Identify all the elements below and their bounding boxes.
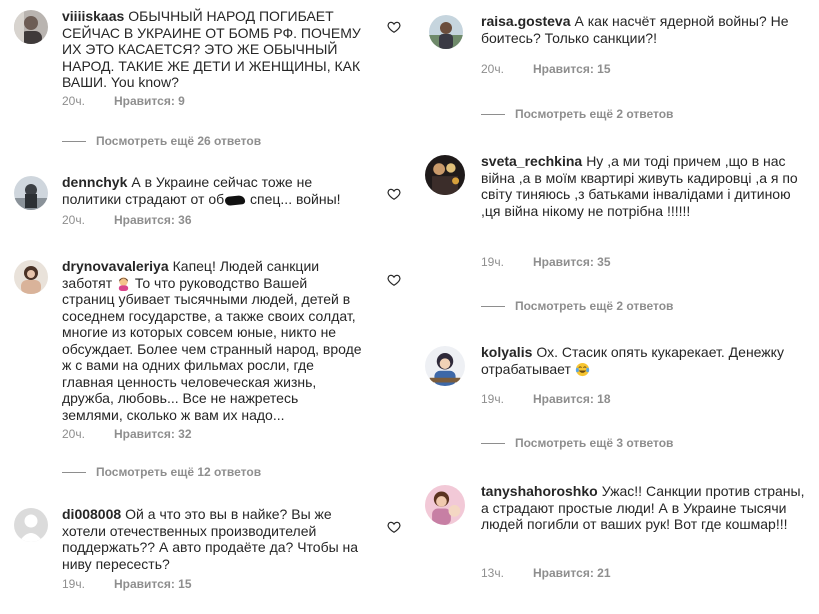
comment-meta: 20ч. Нравится: 15: [481, 62, 611, 76]
comment-time: 20ч.: [62, 94, 85, 108]
comment-text: kolyalis Ох. Стасик опять кукарекает. Ден…: [481, 344, 811, 377]
comment-likes[interactable]: Нравится: 15: [533, 62, 611, 76]
comment-likes[interactable]: Нравится: 18: [533, 392, 611, 406]
comment-time: 13ч.: [481, 566, 504, 580]
view-more-replies-button[interactable]: Посмотреть ещё 3 ответов: [481, 436, 673, 450]
replies-divider: [481, 305, 505, 307]
comment-text: di008008 Ой а что это вы в найке? Вы же х…: [62, 506, 362, 572]
comment-meta: 20ч. Нравится: 9: [62, 94, 185, 108]
comment-meta: 20ч. Нравится: 32: [62, 427, 192, 441]
avatar[interactable]: [425, 485, 465, 525]
view-more-replies-button[interactable]: Посмотреть ещё 2 ответов: [481, 299, 673, 313]
face-with-tears-of-joy-icon: [575, 362, 589, 376]
heart-outline-icon[interactable]: [387, 187, 401, 201]
comment-body-continued: То что руководство Вашей страниц убивает…: [62, 274, 362, 423]
view-more-replies-label: Посмотреть ещё 2 ответов: [515, 107, 674, 121]
replies-divider: [481, 113, 505, 115]
comment-username[interactable]: dennchyk: [62, 174, 127, 190]
comment-time: 20ч.: [62, 427, 85, 441]
comment-likes[interactable]: Нравится: 35: [533, 255, 611, 269]
avatar[interactable]: [425, 155, 465, 195]
comment-text: viiiiskaas ОБЫЧНЫЙ НАРОД ПОГИБАЕТ СЕЙЧАС …: [62, 8, 362, 91]
comment-text: tanyshahoroshko Ужас!! Санкции против стр…: [481, 483, 811, 533]
comment-text: raisa.gosteva А как насчёт ядерной войны?…: [481, 13, 811, 46]
avatar[interactable]: [14, 10, 48, 44]
view-more-replies-button[interactable]: Посмотреть ещё 12 ответов: [62, 465, 261, 479]
view-more-replies-button[interactable]: Посмотреть ещё 26 ответов: [62, 134, 261, 148]
comment-text: sveta_rechkina Ну ,а ми тоді причем ,що в…: [481, 153, 811, 219]
comment-username[interactable]: di008008: [62, 506, 121, 522]
comment-username[interactable]: viiiiskaas: [62, 8, 124, 24]
avatar[interactable]: [429, 15, 463, 49]
comment-text: dennchyk А в Украине сейчас тоже не полит…: [62, 174, 362, 207]
comment-username[interactable]: raisa.gosteva: [481, 13, 571, 29]
avatar[interactable]: [14, 508, 48, 542]
comment-meta: 19ч. Нравится: 35: [481, 255, 611, 269]
comment-meta: 20ч. Нравится: 36: [62, 213, 192, 227]
replies-divider: [481, 442, 505, 444]
view-more-replies-label: Посмотреть ещё 26 ответов: [96, 134, 262, 148]
comment-body-continued: спец... войны!: [246, 190, 341, 207]
comment-username[interactable]: tanyshahoroshko: [481, 483, 598, 499]
heart-outline-icon[interactable]: [387, 20, 401, 34]
comment-time: 19ч.: [481, 255, 504, 269]
comment-likes[interactable]: Нравится: 21: [533, 566, 611, 580]
view-more-replies-label: Посмотреть ещё 12 ответов: [96, 465, 262, 479]
comment-username[interactable]: sveta_rechkina: [481, 153, 582, 169]
comment-likes[interactable]: Нравится: 32: [114, 427, 192, 441]
comment-meta: 19ч. Нравится: 18: [481, 392, 611, 406]
heart-outline-icon[interactable]: [387, 520, 401, 534]
view-more-replies-label: Посмотреть ещё 3 ответов: [515, 436, 674, 450]
censor-blot: [224, 194, 246, 206]
avatar[interactable]: [14, 260, 48, 294]
avatar[interactable]: [14, 176, 48, 210]
comment-meta: 13ч. Нравится: 21: [481, 566, 611, 580]
heart-outline-icon[interactable]: [387, 273, 401, 287]
woman-facepalming-icon: [118, 276, 129, 291]
comment-time: 19ч.: [62, 577, 85, 591]
comment-likes[interactable]: Нравится: 9: [114, 94, 185, 108]
comment-username[interactable]: kolyalis: [481, 344, 532, 360]
view-more-replies-label: Посмотреть ещё 2 ответов: [515, 299, 674, 313]
comment-time: 20ч.: [62, 213, 85, 227]
comment-time: 20ч.: [481, 62, 504, 76]
comment-meta: 19ч. Нравится: 15: [62, 577, 192, 591]
avatar[interactable]: [425, 346, 465, 386]
replies-divider: [62, 471, 86, 473]
replies-divider: [62, 140, 86, 142]
comment-likes[interactable]: Нравится: 36: [114, 213, 192, 227]
comment-likes[interactable]: Нравится: 15: [114, 577, 192, 591]
comment-text: drynovavaleriya Капец! Людей санкции забо…: [62, 258, 362, 423]
view-more-replies-button[interactable]: Посмотреть ещё 2 ответов: [481, 107, 673, 121]
comment-username[interactable]: drynovavaleriya: [62, 258, 169, 274]
comment-time: 19ч.: [481, 392, 504, 406]
